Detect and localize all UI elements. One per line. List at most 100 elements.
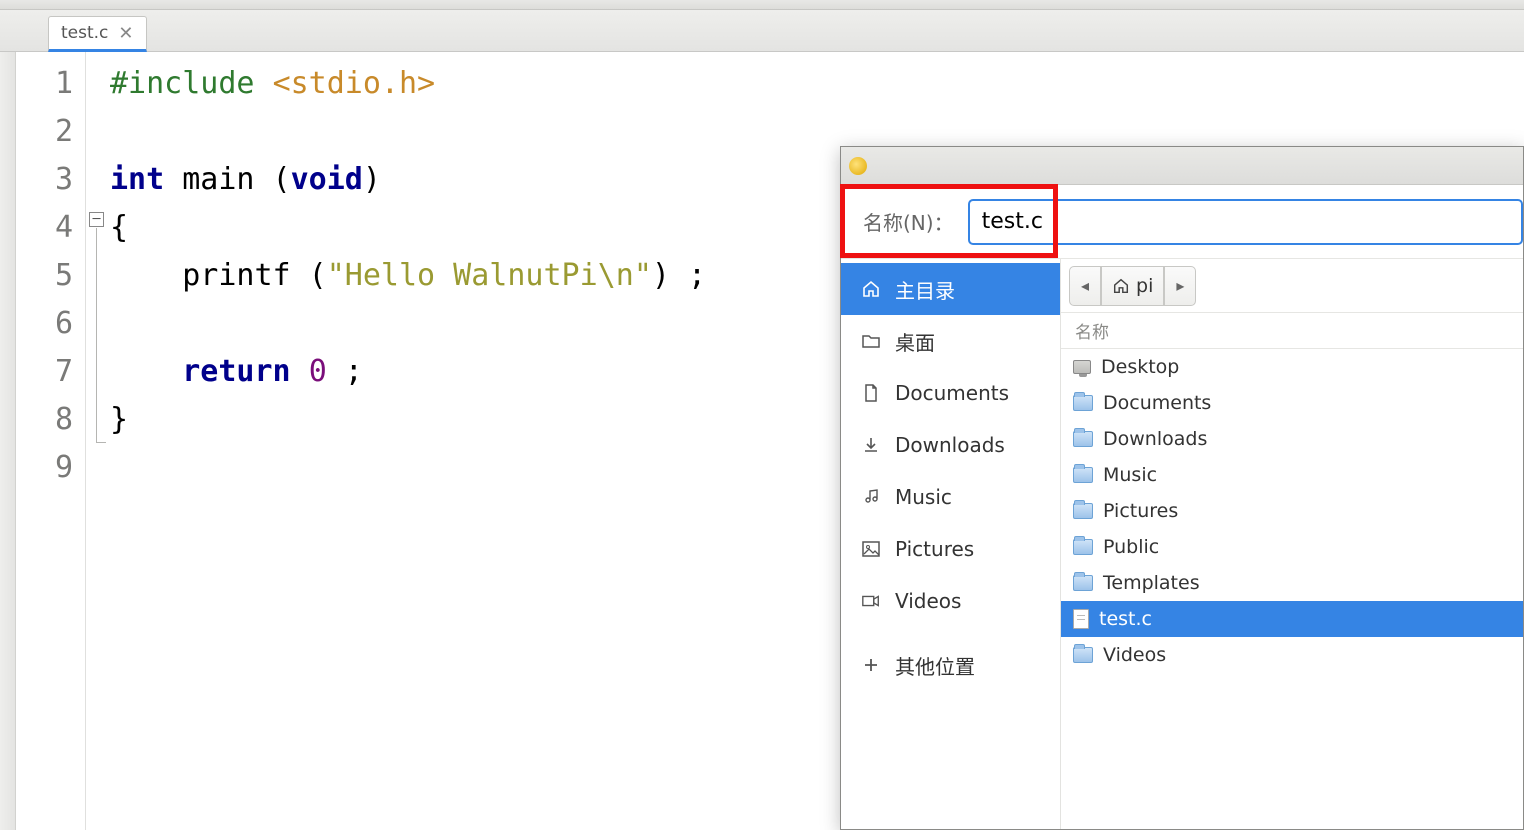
filename-row: 名称(N)： — [841, 185, 1523, 259]
code-token: return — [182, 354, 290, 389]
line-number: 9 — [16, 444, 73, 492]
file-name: Videos — [1103, 644, 1166, 666]
code-token — [110, 354, 182, 389]
files-list: Desktop Documents Downloads Music Pictur… — [1061, 349, 1523, 829]
sidebar-item-label: Music — [895, 485, 952, 509]
sidebar-item-downloads[interactable]: Downloads — [841, 419, 1060, 471]
path-forward-button[interactable]: ▸ — [1164, 266, 1196, 306]
download-icon — [861, 435, 881, 455]
picture-icon — [861, 539, 881, 559]
code-token: 0 — [309, 354, 327, 389]
code-token: } — [110, 402, 128, 437]
sidebar-item-other-locations[interactable]: 其他位置 — [841, 639, 1060, 691]
file-row[interactable]: Documents — [1061, 385, 1523, 421]
document-icon — [861, 383, 881, 403]
desktop-icon — [1073, 360, 1091, 374]
folder-icon — [1073, 575, 1093, 591]
folder-icon — [1073, 503, 1093, 519]
path-back-button[interactable]: ◂ — [1069, 266, 1101, 306]
sidebar-item-label: 主目录 — [895, 275, 955, 304]
file-row[interactable]: Downloads — [1061, 421, 1523, 457]
file-row[interactable]: Videos — [1061, 637, 1523, 673]
sidebar-item-label: Pictures — [895, 537, 974, 561]
line-number: 7 — [16, 348, 73, 396]
toolbar-strip — [0, 0, 1524, 10]
folder-icon — [1073, 647, 1093, 663]
code-token: ) ; — [652, 258, 706, 293]
file-row[interactable]: test.c — [1061, 601, 1523, 637]
code-token: int — [110, 162, 164, 197]
home-icon — [1112, 277, 1130, 295]
sidebar-item-label: Videos — [895, 589, 961, 613]
filename-input[interactable] — [968, 199, 1523, 245]
fold-toggle-icon[interactable]: ─ — [89, 212, 104, 227]
line-number: 6 — [16, 300, 73, 348]
sidebar-item-label: 其他位置 — [895, 651, 975, 680]
code-token: void — [291, 162, 363, 197]
code-token: printf ( — [110, 258, 327, 293]
file-row[interactable]: Templates — [1061, 565, 1523, 601]
sidebar-item-desktop[interactable]: 桌面 — [841, 315, 1060, 367]
path-segment-home[interactable]: pi — [1101, 266, 1164, 306]
code-token: " — [634, 258, 652, 293]
file-name: Documents — [1103, 392, 1211, 414]
line-number: 2 — [16, 108, 73, 156]
code-token: #include — [110, 66, 255, 101]
sidebar-item-videos[interactable]: Videos — [841, 575, 1060, 627]
fold-guide-line — [96, 228, 97, 442]
folder-icon — [1073, 431, 1093, 447]
music-icon — [861, 487, 881, 507]
files-column-header[interactable]: 名称 — [1061, 313, 1523, 349]
sidebar-item-home[interactable]: 主目录 — [841, 263, 1060, 315]
code-token: ; — [327, 354, 363, 389]
folder-icon — [1073, 467, 1093, 483]
file-name: Pictures — [1103, 500, 1178, 522]
line-number: 1 — [16, 60, 73, 108]
chevron-left-icon: ◂ — [1081, 276, 1089, 295]
app-icon — [849, 157, 867, 175]
line-number-gutter: 1 2 3 4 5 6 7 8 9 — [16, 52, 86, 830]
file-row[interactable]: Desktop — [1061, 349, 1523, 385]
plus-icon — [861, 655, 881, 675]
filename-label: 名称(N)： — [863, 207, 954, 236]
folder-icon — [861, 331, 881, 351]
code-token — [291, 354, 309, 389]
file-name: test.c — [1099, 608, 1152, 630]
chevron-right-icon: ▸ — [1176, 276, 1184, 295]
file-name: Desktop — [1101, 356, 1179, 378]
sidebar-item-documents[interactable]: Documents — [841, 367, 1060, 419]
close-icon[interactable]: ✕ — [118, 23, 133, 44]
line-number: 8 — [16, 396, 73, 444]
places-sidebar: 主目录 桌面 Documents Downloads Music Picture… — [841, 259, 1061, 829]
fold-strip: ─ — [86, 52, 110, 830]
dialog-body: 主目录 桌面 Documents Downloads Music Picture… — [841, 259, 1523, 829]
code-token: main ( — [164, 162, 290, 197]
file-row[interactable]: Pictures — [1061, 493, 1523, 529]
files-pane: ◂ pi ▸ 名称 Desktop Documents Downloads Mu… — [1061, 259, 1523, 829]
code-token: \n — [598, 258, 634, 293]
file-row[interactable]: Public — [1061, 529, 1523, 565]
file-name: Public — [1103, 536, 1159, 558]
fold-guide-end — [96, 442, 106, 443]
editor-margin-strip — [0, 52, 16, 830]
video-icon — [861, 591, 881, 611]
file-row[interactable]: Music — [1061, 457, 1523, 493]
line-number: 3 — [16, 156, 73, 204]
file-name: Templates — [1103, 572, 1200, 594]
code-token: { — [110, 210, 128, 245]
tab-test-c[interactable]: test.c ✕ — [48, 16, 147, 52]
line-number: 5 — [16, 252, 73, 300]
file-name: Music — [1103, 464, 1157, 486]
sidebar-item-pictures[interactable]: Pictures — [841, 523, 1060, 575]
code-token: <stdio.h> — [273, 66, 436, 101]
file-name: Downloads — [1103, 428, 1207, 450]
tab-label: test.c — [61, 23, 108, 43]
folder-icon — [1073, 539, 1093, 555]
sidebar-item-music[interactable]: Music — [841, 471, 1060, 523]
sidebar-item-label: Documents — [895, 381, 1009, 405]
code-token: ) — [363, 162, 381, 197]
sidebar-item-label: Downloads — [895, 433, 1005, 457]
save-file-dialog: 名称(N)： 主目录 桌面 Documents Downloads Mu — [840, 146, 1524, 830]
dialog-titlebar[interactable] — [841, 147, 1523, 185]
sidebar-item-label: 桌面 — [895, 327, 935, 356]
